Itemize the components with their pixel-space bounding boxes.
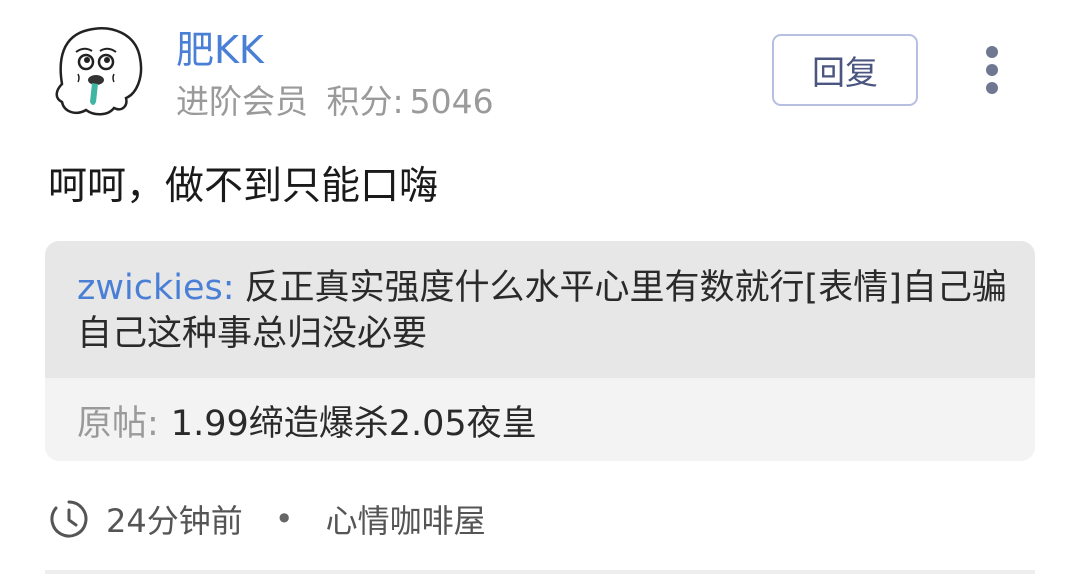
origin-post[interactable]: 原帖: 1.99缔造爆杀2.05夜皇	[77, 401, 537, 447]
more-options-icon[interactable]	[972, 40, 1012, 100]
post-footer: 24分钟前 • 心情咖啡屋	[48, 496, 486, 542]
separator-dot: •	[274, 500, 294, 538]
user-avatar[interactable]	[48, 20, 150, 122]
score-label: 积分:	[326, 82, 404, 121]
member-level: 进阶会员	[176, 82, 308, 121]
more-dot	[986, 64, 998, 76]
quote-card[interactable]: zwickies: 反正真实强度什么水平心里有数就行[表情]自己骗自己这种事总归没…	[45, 241, 1035, 461]
quote-author[interactable]: zwickies:	[77, 268, 235, 308]
origin-label: 原帖:	[77, 404, 159, 444]
comment-text: 呵呵，做不到只能口嗨	[48, 164, 439, 209]
more-dot	[986, 46, 998, 58]
clock-icon	[50, 500, 88, 538]
origin-title[interactable]: 1.99缔造爆杀2.05夜皇	[171, 404, 537, 444]
divider	[45, 570, 1035, 574]
author-meta: 进阶会员 积分: 5046	[176, 80, 502, 124]
author-name[interactable]: 肥KK	[176, 26, 264, 74]
reply-button[interactable]: 回复	[772, 34, 918, 106]
more-dot	[986, 82, 998, 94]
quoted-reply[interactable]: zwickies: 反正真实强度什么水平心里有数就行[表情]自己骗自己这种事总归没…	[45, 241, 1035, 378]
quote-content: zwickies: 反正真实强度什么水平心里有数就行[表情]自己骗自己这种事总归没…	[77, 265, 1007, 357]
score-value: 5046	[409, 82, 494, 121]
forum-link[interactable]: 心情咖啡屋	[326, 496, 486, 542]
post-time: 24分钟前	[106, 502, 243, 540]
cartoon-face-avatar-icon	[55, 27, 143, 116]
